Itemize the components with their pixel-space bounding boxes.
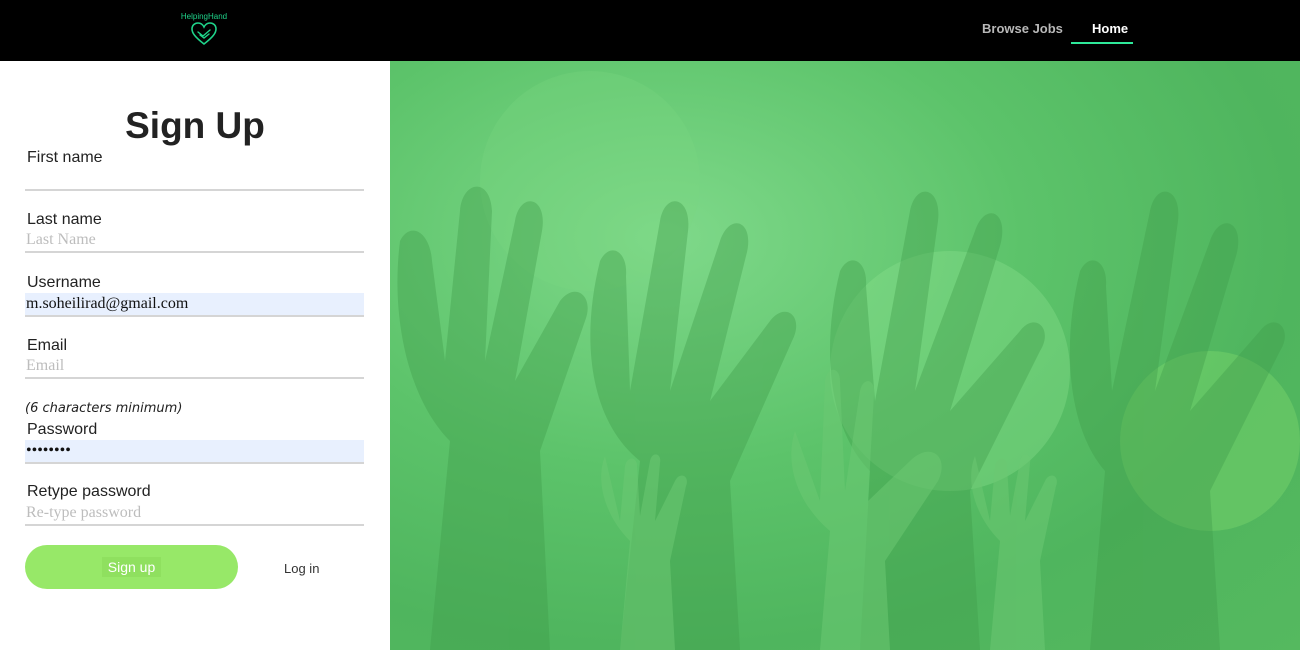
signup-button-label: Sign up	[101, 557, 162, 577]
password-hint: (6 characters minimum)	[25, 401, 183, 416]
email-input[interactable]	[25, 355, 364, 379]
retype-password-input[interactable]	[25, 502, 364, 526]
first-name-label: First name	[27, 149, 103, 166]
username-input[interactable]	[25, 293, 364, 317]
signup-button[interactable]: Sign up	[25, 545, 238, 589]
page-title: Sign Up	[125, 105, 265, 146]
hero-image	[390, 61, 1300, 650]
brand-logo[interactable]: HelpingHand	[178, 12, 230, 52]
signup-form-panel: Sign Up First name Last name Username Em…	[0, 61, 390, 650]
brand-name: HelpingHand	[180, 12, 228, 21]
login-link[interactable]: Log in	[284, 561, 319, 576]
email-label: Email	[27, 337, 68, 354]
retype-password-label: Retype password	[27, 483, 151, 500]
nav-home[interactable]: Home	[1092, 21, 1128, 36]
nav-active-indicator	[1071, 42, 1133, 44]
heart-hands-icon	[191, 22, 217, 46]
password-input[interactable]	[25, 440, 364, 464]
last-name-input[interactable]	[25, 229, 364, 253]
raised-hands-image	[397, 71, 1300, 650]
last-name-label: Last name	[27, 211, 102, 228]
username-label: Username	[27, 274, 101, 291]
password-label: Password	[27, 421, 98, 438]
first-name-input[interactable]	[25, 167, 364, 191]
nav-browse-jobs[interactable]: Browse Jobs	[982, 21, 1063, 36]
top-navbar: HelpingHand Browse Jobs Home	[0, 0, 1300, 61]
